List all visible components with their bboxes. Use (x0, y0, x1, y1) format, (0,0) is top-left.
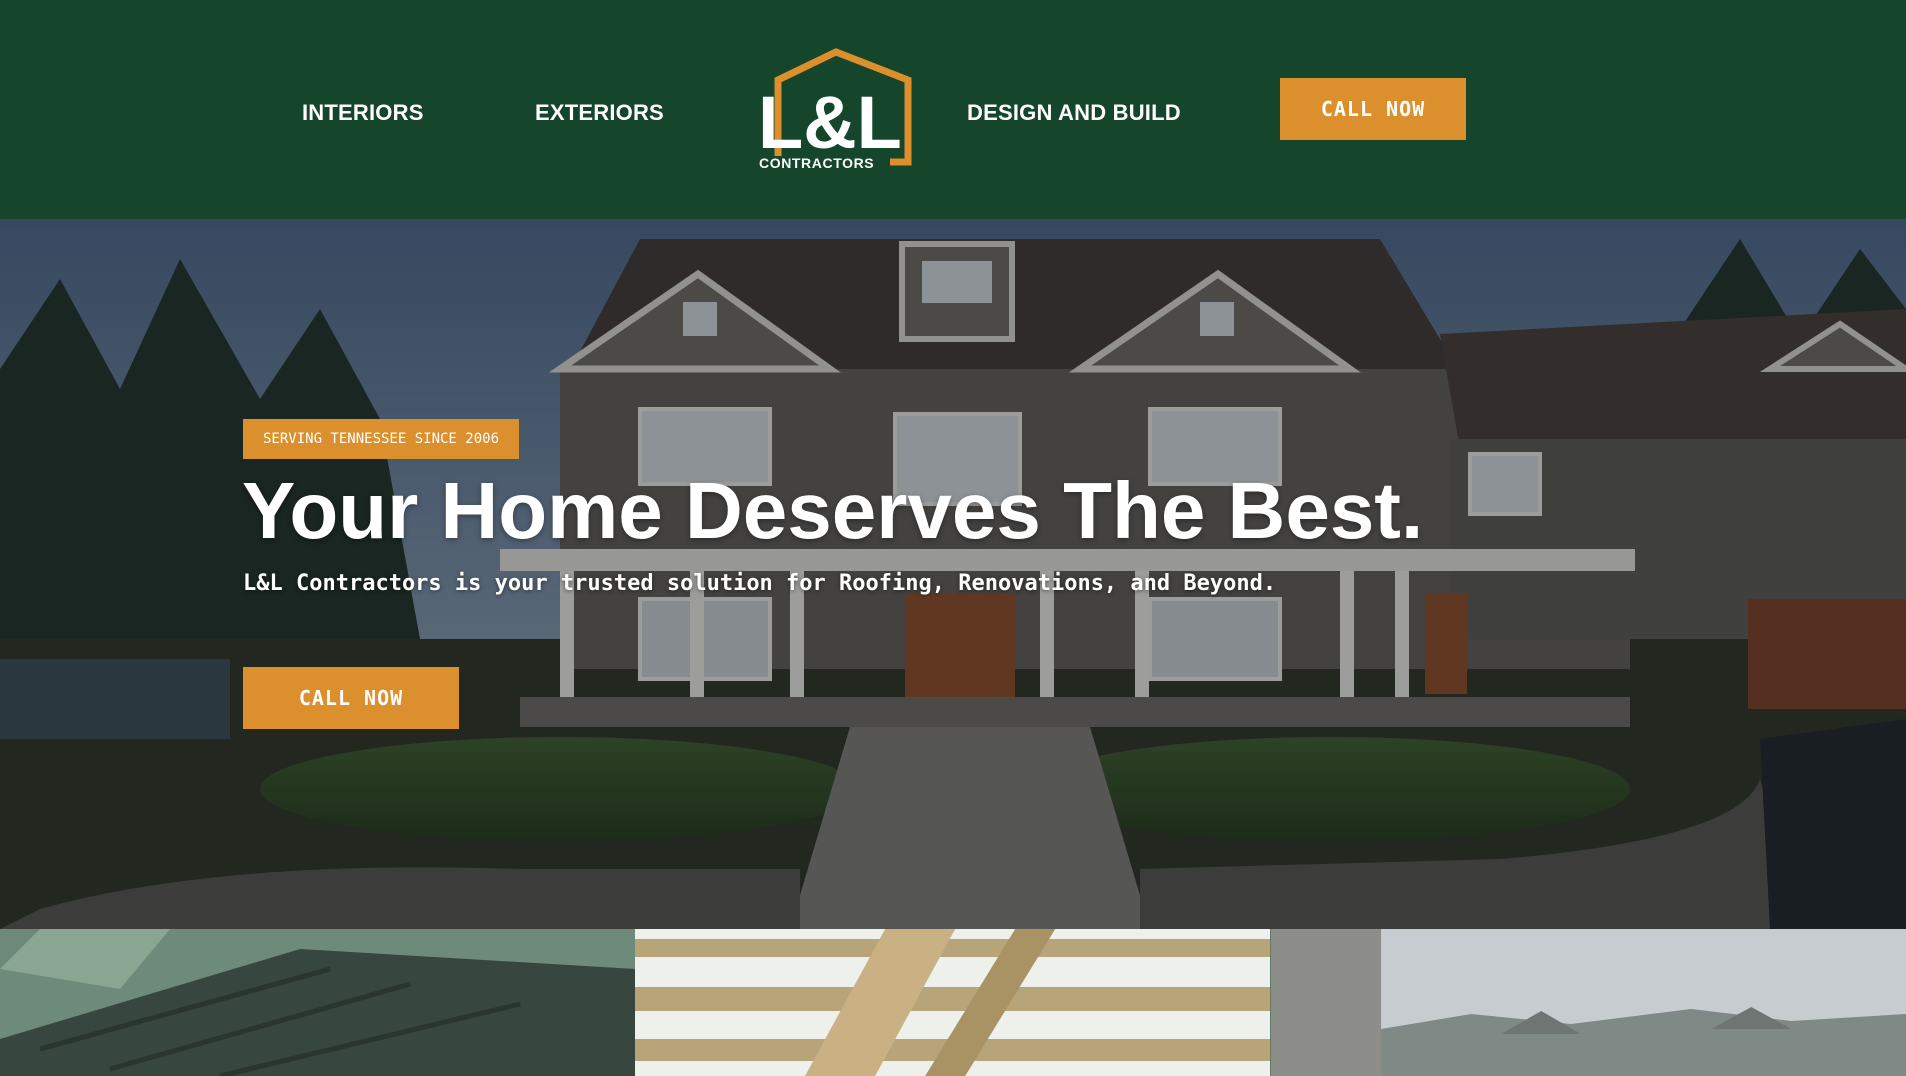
nav-link-design-and-build[interactable]: DESIGN AND BUILD (967, 100, 1181, 126)
service-tile-roofing[interactable] (0, 929, 636, 1076)
site-header: INTERIORS EXTERIORS L&L CONTRACTORS DESI… (0, 0, 1906, 219)
logo-wordmark: CONTRACTORS (759, 155, 874, 171)
nav-link-exteriors[interactable]: EXTERIORS (535, 100, 664, 126)
service-tiles (0, 929, 1906, 1076)
header-call-now-button[interactable]: CALL NOW (1280, 78, 1466, 140)
nav-link-interiors[interactable]: INTERIORS (302, 100, 424, 126)
logo[interactable]: L&L CONTRACTORS (754, 46, 912, 172)
wood-ceiling-beams-image (635, 929, 1271, 1076)
service-tile-interiors[interactable] (635, 929, 1271, 1076)
hero-section: SERVING TENNESSEE SINCE 2006 Your Home D… (0, 219, 1906, 929)
logo-house-icon: L&L CONTRACTORS (758, 48, 912, 171)
hero-title: Your Home Deserves The Best. (242, 466, 1424, 555)
service-tile-exteriors[interactable] (1270, 929, 1906, 1076)
neighborhood-houses-image (1270, 929, 1906, 1076)
hero-subtitle: L&L Contractors is your trusted solution… (243, 571, 1277, 596)
roof-shingles-image (0, 929, 636, 1076)
hero-badge: SERVING TENNESSEE SINCE 2006 (243, 419, 520, 459)
hero-call-now-button[interactable]: CALL NOW (243, 667, 459, 729)
logo-mark: L&L (758, 81, 902, 164)
